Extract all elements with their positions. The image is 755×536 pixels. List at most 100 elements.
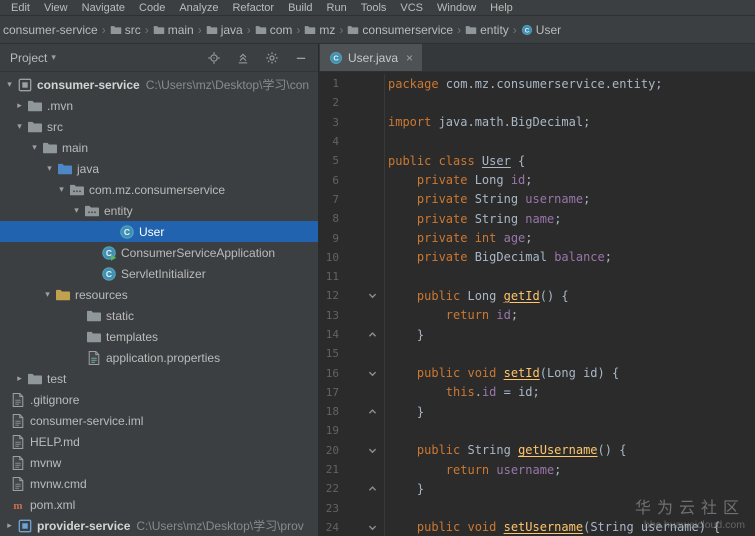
line-number[interactable]: 22 — [319, 482, 339, 495]
tree-item-main[interactable]: ▾main — [0, 137, 318, 158]
tree-item-mvnw[interactable]: mvnw — [0, 452, 318, 473]
line-number[interactable]: 16 — [319, 367, 339, 380]
fold-gutter — [339, 74, 385, 93]
tree-item-resources[interactable]: ▾resources — [0, 284, 318, 305]
chevron-down-icon[interactable]: ▾ — [69, 205, 84, 216]
breadcrumb-item-com[interactable]: com — [255, 23, 293, 37]
settings-icon[interactable] — [265, 51, 279, 65]
chevron-down-icon[interactable]: ▾ — [42, 163, 57, 174]
line-number[interactable]: 2 — [319, 96, 339, 109]
editor-tab-user-java[interactable]: CUser.java× — [320, 44, 422, 71]
hide-icon[interactable] — [294, 51, 308, 65]
locate-icon[interactable] — [207, 51, 221, 65]
line-number[interactable]: 21 — [319, 463, 339, 476]
code-line-15: 15 — [319, 344, 755, 363]
line-number[interactable]: 8 — [319, 212, 339, 225]
line-number[interactable]: 6 — [319, 174, 339, 187]
tree-item-gitignore[interactable]: .gitignore — [0, 389, 318, 410]
fold-up-icon[interactable] — [339, 325, 385, 344]
line-number[interactable]: 3 — [319, 116, 339, 129]
tree-item-servletinitializer[interactable]: CServletInitializer — [0, 263, 318, 284]
tree-item-mvn[interactable]: ▸.mvn — [0, 95, 318, 116]
tree-item-pom-xml[interactable]: mpom.xml — [0, 494, 318, 515]
tree-item-entity[interactable]: ▾ entity — [0, 200, 318, 221]
menu-item-view[interactable]: View — [37, 2, 75, 14]
tree-item-application-properties[interactable]: application.properties — [0, 347, 318, 368]
line-number[interactable]: 14 — [319, 328, 339, 341]
chevron-down-icon[interactable]: ▾ — [2, 79, 17, 90]
project-view-selector[interactable]: Project ▾ — [10, 51, 56, 65]
fold-down-icon[interactable] — [339, 363, 385, 382]
line-number[interactable]: 4 — [319, 135, 339, 148]
tree-item-test[interactable]: ▸test — [0, 368, 318, 389]
tree-item-user[interactable]: CUser — [0, 221, 318, 242]
breadcrumb-separator-icon: › — [145, 23, 149, 37]
chevron-down-icon[interactable]: ▾ — [12, 121, 27, 132]
line-number[interactable]: 19 — [319, 424, 339, 437]
chevron-down-icon[interactable]: ▾ — [27, 142, 42, 153]
breadcrumb-item-user[interactable]: CUser — [521, 23, 561, 37]
menu-item-tools[interactable]: Tools — [354, 2, 394, 14]
menu-item-build[interactable]: Build — [281, 2, 319, 14]
chevron-right-icon[interactable]: ▸ — [12, 100, 27, 111]
folder-icon — [27, 119, 43, 135]
tree-item-label: entity — [104, 204, 133, 218]
project-panel-header: Project ▾ — [0, 44, 318, 72]
close-icon[interactable]: × — [406, 51, 413, 65]
chevron-right-icon[interactable]: ▸ — [12, 373, 27, 384]
code-token: com.mz.consumerservice.entity; — [446, 77, 663, 91]
line-number[interactable]: 13 — [319, 309, 339, 322]
breadcrumb-item-src[interactable]: src — [110, 23, 141, 37]
menu-item-vcs[interactable]: VCS — [393, 2, 430, 14]
line-number[interactable]: 5 — [319, 154, 339, 167]
fold-down-icon[interactable] — [339, 286, 385, 305]
tree-item-templates[interactable]: templates — [0, 326, 318, 347]
tree-item-help-md[interactable]: HELP.md — [0, 431, 318, 452]
tree-item-src[interactable]: ▾src — [0, 116, 318, 137]
fold-down-icon[interactable] — [339, 441, 385, 460]
line-number[interactable]: 17 — [319, 386, 339, 399]
tree-item-provider-service[interactable]: ▸provider-serviceC:\Users\mz\Desktop\学习\… — [0, 515, 318, 536]
line-number[interactable]: 10 — [319, 251, 339, 264]
menu-item-code[interactable]: Code — [132, 2, 172, 14]
chevron-down-icon[interactable]: ▾ — [54, 184, 69, 195]
fold-down-icon[interactable] — [339, 518, 385, 536]
tree-item-label: consumer-service.iml — [30, 414, 143, 428]
tree-item-mvnw-cmd[interactable]: mvnw.cmd — [0, 473, 318, 494]
line-number[interactable]: 12 — [319, 289, 339, 302]
breadcrumb-item-main[interactable]: main — [153, 23, 194, 37]
menu-item-navigate[interactable]: Navigate — [75, 2, 132, 14]
menu-item-edit[interactable]: Edit — [4, 2, 37, 14]
menu-item-analyze[interactable]: Analyze — [172, 2, 225, 14]
tree-item-consumerserviceapplication[interactable]: CConsumerServiceApplication — [0, 242, 318, 263]
breadcrumb-item-consumer-service[interactable]: consumer-service — [3, 23, 98, 37]
tree-item-static[interactable]: static — [0, 305, 318, 326]
fold-up-icon[interactable] — [339, 402, 385, 421]
code-area[interactable]: 1package com.mz.consumerservice.entity;2… — [319, 72, 755, 536]
line-number[interactable]: 24 — [319, 521, 339, 534]
tree-item-consumer-service[interactable]: ▾consumer-serviceC:\Users\mz\Desktop\学习\… — [0, 74, 318, 95]
line-number[interactable]: 9 — [319, 232, 339, 245]
breadcrumb-item-entity[interactable]: entity — [465, 23, 509, 37]
tree-item-java[interactable]: ▾java — [0, 158, 318, 179]
menu-item-window[interactable]: Window — [430, 2, 483, 14]
breadcrumb-item-consumerservice[interactable]: consumerservice — [347, 23, 453, 37]
menu-item-refactor[interactable]: Refactor — [225, 2, 281, 14]
menu-item-help[interactable]: Help — [483, 2, 520, 14]
chevron-right-icon[interactable]: ▸ — [2, 520, 17, 531]
breadcrumb-item-mz[interactable]: mz — [304, 23, 335, 37]
collapse-icon[interactable] — [236, 51, 250, 65]
line-number[interactable]: 7 — [319, 193, 339, 206]
menu-item-run[interactable]: Run — [320, 2, 354, 14]
line-number[interactable]: 11 — [319, 270, 339, 283]
tree-item-consumer-service-iml[interactable]: consumer-service.iml — [0, 410, 318, 431]
line-number[interactable]: 1 — [319, 77, 339, 90]
chevron-down-icon[interactable]: ▾ — [40, 289, 55, 300]
fold-up-icon[interactable] — [339, 479, 385, 498]
line-number[interactable]: 18 — [319, 405, 339, 418]
line-number[interactable]: 20 — [319, 444, 339, 457]
line-number[interactable]: 23 — [319, 502, 339, 515]
line-number[interactable]: 15 — [319, 347, 339, 360]
tree-item-com-mz-consumerservice[interactable]: ▾com.mz.consumerservice — [0, 179, 318, 200]
breadcrumb-item-java[interactable]: java — [206, 23, 243, 37]
